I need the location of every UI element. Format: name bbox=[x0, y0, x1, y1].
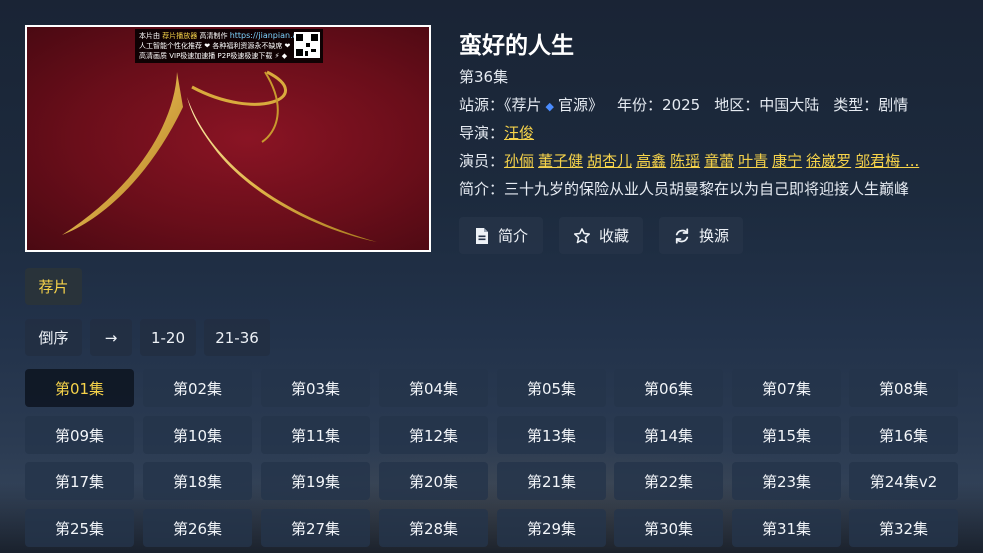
episode-button[interactable]: 第11集 bbox=[261, 416, 370, 454]
episode-button[interactable]: 第02集 bbox=[143, 369, 252, 407]
source-label: 站源： bbox=[459, 96, 505, 114]
episode-button[interactable]: 第32集 bbox=[849, 509, 958, 547]
episode-button[interactable]: 第28集 bbox=[379, 509, 488, 547]
episode-button[interactable]: 第22集 bbox=[614, 462, 723, 500]
director-label: 导演： bbox=[459, 124, 505, 142]
genre-value: 剧情 bbox=[878, 96, 909, 114]
episode-status: 第36集 bbox=[459, 68, 509, 86]
source-tab[interactable]: 荐片 bbox=[25, 268, 82, 305]
arrow-right-icon[interactable]: → bbox=[90, 319, 132, 356]
episode-button[interactable]: 第25集 bbox=[25, 509, 134, 547]
video-title: 蛮好的人生 bbox=[459, 33, 574, 59]
cast-link[interactable]: 胡杏儿 bbox=[587, 152, 632, 170]
banner-text: 本片由 bbox=[139, 32, 160, 40]
switch-source-button[interactable]: 换源 bbox=[659, 217, 743, 254]
episode-button[interactable]: 第23集 bbox=[732, 462, 841, 500]
region-value: 中国大陆 bbox=[759, 96, 820, 114]
director-line: 导演：汪俊 bbox=[459, 122, 538, 143]
cast-link[interactable]: 康宁 bbox=[772, 152, 802, 170]
cast-link[interactable]: 徐崴罗 bbox=[806, 152, 851, 170]
cast-link[interactable]: 陈瑶 bbox=[670, 152, 700, 170]
synopsis-label: 简介： bbox=[459, 180, 505, 198]
cast-link[interactable]: 孙俪 bbox=[504, 152, 534, 170]
episode-button[interactable]: 第27集 bbox=[261, 509, 370, 547]
episode-button[interactable]: 第26集 bbox=[143, 509, 252, 547]
region-label: 地区： bbox=[714, 96, 760, 114]
episode-button[interactable]: 第30集 bbox=[614, 509, 723, 547]
cast-link[interactable]: 童蕾 bbox=[704, 152, 734, 170]
cast-link[interactable]: 董子健 bbox=[538, 152, 583, 170]
reverse-order-button[interactable]: 倒序 bbox=[25, 319, 82, 356]
favorite-label: 收藏 bbox=[598, 227, 629, 245]
episode-button[interactable]: 第01集 bbox=[25, 369, 134, 407]
cast-line: 演员：孙俪 董子健 胡杏儿 高鑫 陈瑶 童蕾 叶青 康宁 徐崴罗 邬君梅 ... bbox=[459, 150, 923, 171]
director-link[interactable]: 汪俊 bbox=[504, 124, 534, 142]
intro-label: 简介 bbox=[497, 227, 528, 245]
watermark-banner: 本片由 荐片播放器 高清制作 https://jianpian.app 人工智能… bbox=[135, 29, 323, 63]
document-icon bbox=[475, 227, 488, 244]
star-icon bbox=[573, 227, 591, 243]
episode-button[interactable]: 第07集 bbox=[732, 369, 841, 407]
episode-button[interactable]: 第08集 bbox=[849, 369, 958, 407]
episode-button[interactable]: 第21集 bbox=[497, 462, 606, 500]
episode-button[interactable]: 第19集 bbox=[261, 462, 370, 500]
episode-button[interactable]: 第12集 bbox=[379, 416, 488, 454]
qr-code-icon bbox=[294, 32, 320, 58]
banner-line: 人工智能个性化推荐 ❤ 各种福利资源永不缺席 ❤ bbox=[139, 42, 291, 50]
episode-button[interactable]: 第15集 bbox=[732, 416, 841, 454]
episode-button[interactable]: 第16集 bbox=[849, 416, 958, 454]
banner-brand: 荐片播放器 bbox=[162, 32, 198, 40]
source-value: 《荐片 bbox=[504, 96, 542, 114]
episode-button[interactable]: 第17集 bbox=[25, 462, 134, 500]
range-tab-1-20[interactable]: 1-20 bbox=[140, 319, 196, 356]
cast-link[interactable]: 邬君梅 ... bbox=[855, 152, 919, 170]
episode-button[interactable]: 第06集 bbox=[614, 369, 723, 407]
banner-text: 高清制作 bbox=[199, 32, 228, 40]
episode-button[interactable]: 第13集 bbox=[497, 416, 606, 454]
intro-button[interactable]: 简介 bbox=[459, 217, 543, 254]
synopsis-text: 三十九岁的保险从业人员胡曼黎在以为自己即将迎接人生巅峰 bbox=[504, 180, 910, 198]
episode-button[interactable]: 第20集 bbox=[379, 462, 488, 500]
banner-line: 高清画质 VIP极速加速播 P2P极速极速下载 ⚡ ◆ bbox=[139, 52, 288, 60]
source-value: 官源》 bbox=[558, 96, 604, 114]
episode-button[interactable]: 第18集 bbox=[143, 462, 252, 500]
switch-source-label: 换源 bbox=[698, 227, 729, 245]
episode-button[interactable]: 第24集v2 bbox=[849, 462, 958, 500]
diamond-icon: ◆ bbox=[545, 100, 554, 113]
cast-link[interactable]: 高鑫 bbox=[636, 152, 666, 170]
video-player[interactable]: 本片由 荐片播放器 高清制作 https://jianpian.app 人工智能… bbox=[25, 25, 431, 252]
episode-button[interactable]: 第03集 bbox=[261, 369, 370, 407]
genre-label: 类型： bbox=[833, 96, 879, 114]
episode-button[interactable]: 第10集 bbox=[143, 416, 252, 454]
year-label: 年份： bbox=[617, 96, 663, 114]
range-tab-21-36[interactable]: 21-36 bbox=[204, 319, 270, 356]
meta-line: 站源：《荐片 ◆ 官源》 年份：2025 地区：中国大陆 类型：剧情 bbox=[459, 94, 908, 115]
cast-label: 演员： bbox=[459, 152, 505, 170]
episode-button[interactable]: 第31集 bbox=[732, 509, 841, 547]
episode-button[interactable]: 第09集 bbox=[25, 416, 134, 454]
episode-button[interactable]: 第14集 bbox=[614, 416, 723, 454]
episode-button[interactable]: 第05集 bbox=[497, 369, 606, 407]
year-value: 2025 bbox=[662, 96, 701, 114]
episode-button[interactable]: 第04集 bbox=[379, 369, 488, 407]
episode-button[interactable]: 第29集 bbox=[497, 509, 606, 547]
refresh-icon bbox=[675, 227, 689, 244]
synopsis-line: 简介：三十九岁的保险从业人员胡曼黎在以为自己即将迎接人生巅峰 bbox=[459, 178, 909, 199]
cast-link[interactable]: 叶青 bbox=[738, 152, 768, 170]
favorite-button[interactable]: 收藏 bbox=[559, 217, 643, 254]
